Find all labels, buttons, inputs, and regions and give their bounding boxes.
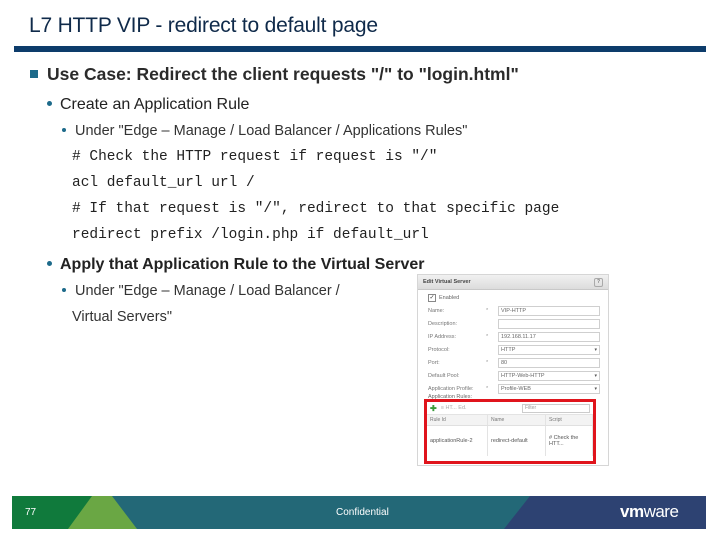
required-marker: * <box>486 360 489 366</box>
rules-grid-toolbar: ✚ ≡ HT... Ed. Filter <box>427 402 593 415</box>
protocol-select[interactable]: HTTP <box>498 345 600 355</box>
apply-rule-text: Apply that Application Rule to the Virtu… <box>60 256 425 273</box>
code-line: redirect prefix /login.php if default_ur… <box>72 227 429 243</box>
code-line: # If that request is "/", redirect to th… <box>72 201 560 217</box>
ip-address-input[interactable]: 192.168.11.17 <box>498 332 600 342</box>
bullet-create-rule-path: Under "Edge – Manage / Load Balancer / A… <box>62 123 467 139</box>
column-header-name[interactable]: Name <box>488 415 546 425</box>
field-label: Description: <box>428 321 458 327</box>
logo-light-part: ware <box>643 502 679 521</box>
create-rule-text: Create an Application Rule <box>60 96 250 113</box>
field-description: Description: <box>428 319 600 329</box>
default-pool-select[interactable]: HTTP-Web-HTTP <box>498 371 600 381</box>
cell-name: redirect-default <box>488 426 546 456</box>
create-rule-path-text: Under "Edge – Manage / Load Balancer / A… <box>75 123 468 139</box>
field-label: Default Pool: <box>428 373 460 379</box>
dot-bullet-icon <box>47 101 52 106</box>
dialog-title: Edit Virtual Server <box>423 279 471 285</box>
plus-icon[interactable]: ✚ <box>430 404 437 413</box>
field-label: IP Address: <box>428 334 457 340</box>
bullet-create-rule: Create an Application Rule <box>47 96 249 114</box>
toolbar-actions[interactable]: ≡ HT... Ed. <box>441 405 467 411</box>
field-label: Protocol: <box>428 347 450 353</box>
vmware-logo: vmware <box>620 502 679 522</box>
bullet-apply-rule: Apply that Application Rule to the Virtu… <box>47 256 425 274</box>
field-name: Name: * VIP-HTTP <box>428 306 600 316</box>
dot-bullet-icon <box>62 288 66 292</box>
use-case-text: Use Case: Redirect the client requests "… <box>47 64 519 84</box>
filter-input[interactable]: Filter <box>522 403 590 413</box>
dialog-header: Edit Virtual Server ? <box>418 275 608 290</box>
bullet-apply-rule-path: Under "Edge – Manage / Load Balancer / <box>62 283 340 299</box>
apply-rule-path-text-2: Virtual Servers" <box>72 309 172 325</box>
application-profile-select[interactable]: Profile-WEB <box>498 384 600 394</box>
required-marker: * <box>486 308 489 314</box>
application-rules-highlight: ✚ ≡ HT... Ed. Filter Rule Id Name Script… <box>424 399 596 464</box>
field-protocol: Protocol: HTTP <box>428 345 600 355</box>
cell-rule-id: applicationRule-2 <box>427 426 488 456</box>
enabled-checkbox[interactable]: ✓ <box>428 294 436 302</box>
dot-bullet-icon <box>47 261 52 266</box>
field-default-pool: Default Pool: HTTP-Web-HTTP <box>428 371 600 381</box>
dot-bullet-icon <box>62 128 66 132</box>
field-label: Port: <box>428 360 440 366</box>
square-bullet-icon <box>30 69 38 78</box>
enabled-row: ✓ Enabled <box>428 294 600 302</box>
column-header-script[interactable]: Script <box>546 415 593 425</box>
name-input[interactable]: VIP-HTTP <box>498 306 600 316</box>
rules-grid-header: Rule Id Name Script <box>427 415 593 426</box>
help-icon[interactable]: ? <box>594 277 603 287</box>
code-line: # Check the HTTP request if request is "… <box>72 149 438 165</box>
field-port: Port: * 80 <box>428 358 600 368</box>
confidential-label: Confidential <box>336 507 389 518</box>
field-application-profile: Application Profile: * Profile-WEB <box>428 384 600 394</box>
column-header-rule-id[interactable]: Rule Id <box>427 415 488 425</box>
page-number: 77 <box>25 507 37 518</box>
enabled-label: Enabled <box>439 295 460 301</box>
table-row[interactable]: applicationRule-2 redirect-default # Che… <box>427 426 593 456</box>
cell-script: # Check the HTT... <box>546 426 593 456</box>
field-label: Name: <box>428 308 445 314</box>
code-line: acl default_url url / <box>72 175 255 191</box>
required-marker: * <box>486 334 489 340</box>
description-input[interactable] <box>498 319 600 329</box>
field-label: Application Profile: <box>428 386 474 392</box>
slide-title: L7 HTTP VIP - redirect to default page <box>29 14 378 37</box>
required-marker: * <box>486 386 489 392</box>
port-input[interactable]: 80 <box>498 358 600 368</box>
apply-rule-path-text-1: Under "Edge – Manage / Load Balancer / <box>75 283 340 299</box>
logo-bold-part: vm <box>620 502 644 521</box>
title-divider <box>14 46 706 52</box>
bullet-use-case: Use Case: Redirect the client requests "… <box>30 64 519 85</box>
field-ip-address: IP Address: * 192.168.11.17 <box>428 332 600 342</box>
